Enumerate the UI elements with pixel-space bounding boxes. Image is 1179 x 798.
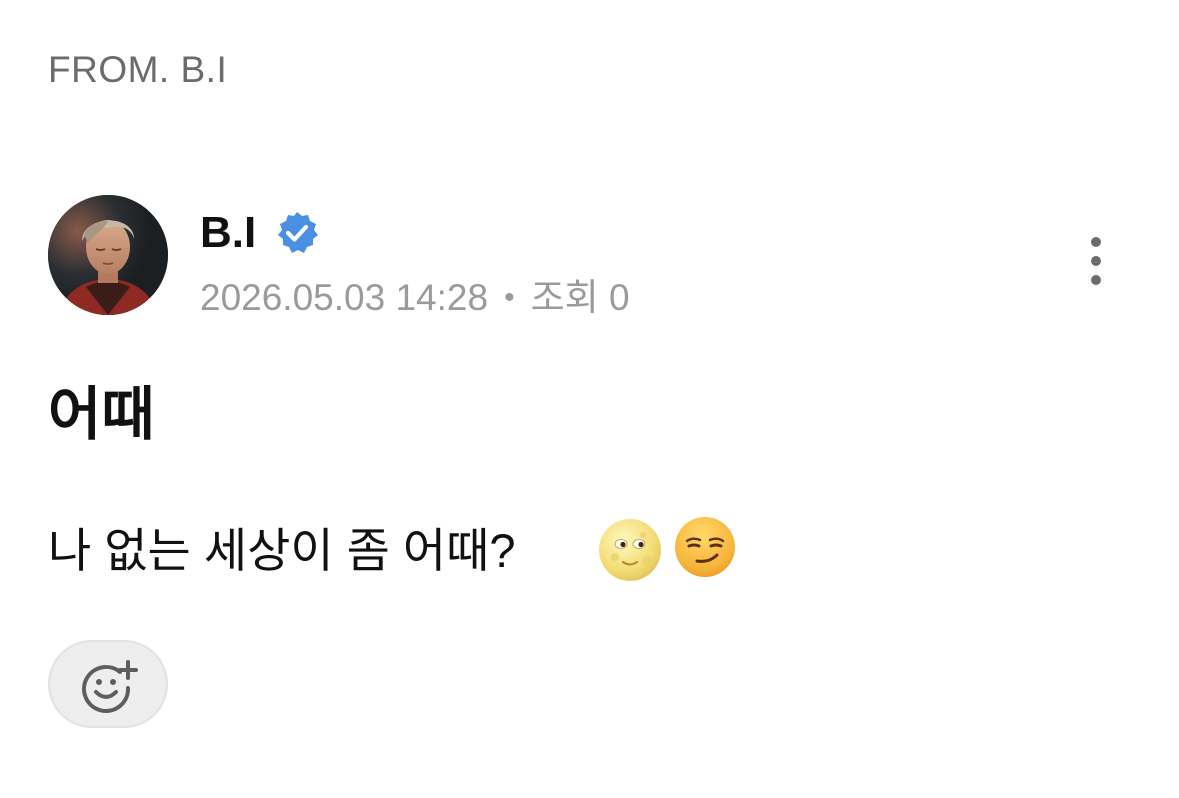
post-timestamp: 2026.05.03 14:28 — [200, 277, 489, 318]
smirking-face-icon — [675, 517, 735, 577]
avatar-image — [48, 195, 168, 315]
add-reaction-icon — [82, 660, 138, 713]
author-name[interactable]: B.I — [200, 208, 256, 258]
full-moon-face-icon — [599, 519, 661, 581]
post-body-text: 나 없는 세상이 좀 어때? — [48, 524, 516, 577]
meta-separator: • — [504, 281, 515, 314]
add-reaction-button[interactable] — [48, 640, 168, 728]
from-label: FROM. B.I — [48, 49, 228, 90]
verified-badge-icon — [278, 212, 318, 253]
more-options-icon[interactable] — [1074, 232, 1118, 292]
avatar[interactable] — [48, 195, 168, 315]
post-title: 어때 — [48, 382, 155, 447]
view-count: 조회 0 — [530, 277, 630, 318]
post-meta: 2026.05.03 14:28 • 조회 0 — [200, 276, 630, 323]
